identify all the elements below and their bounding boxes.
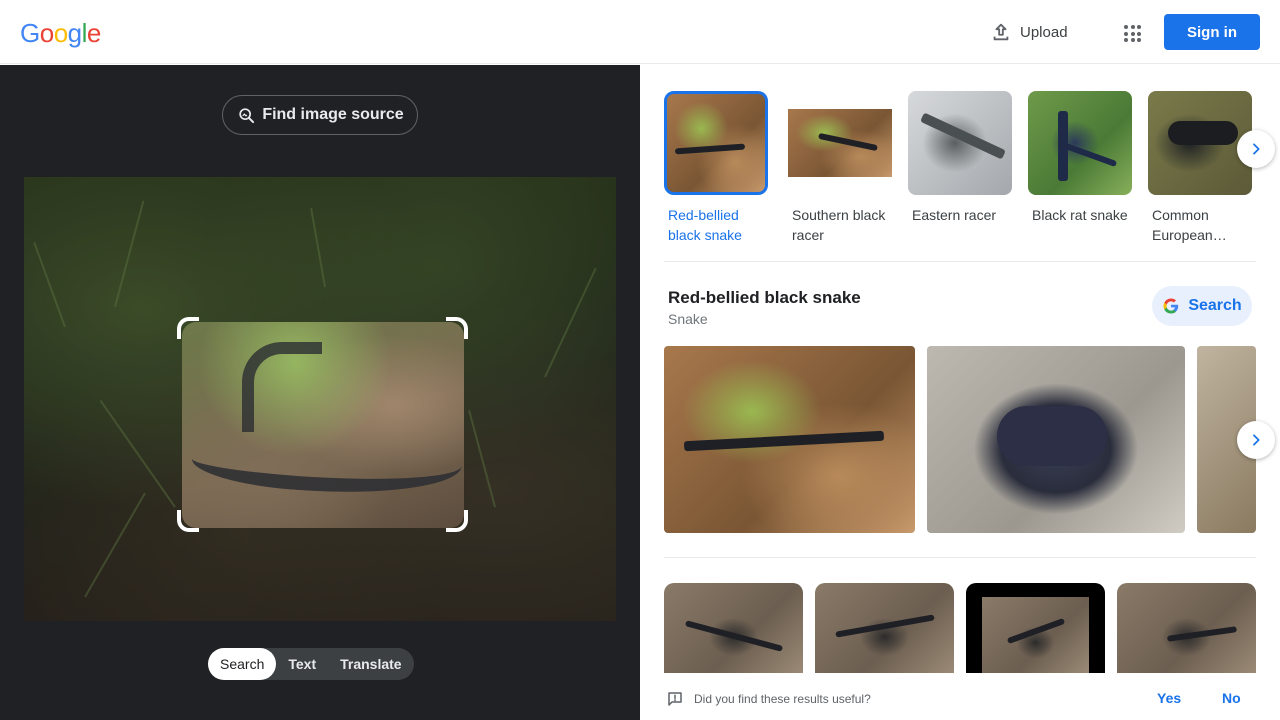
feedback-bar: Did you find these results useful? Yes N…	[640, 680, 1280, 720]
result-image[interactable]	[664, 346, 915, 533]
entity-chip[interactable]: Black rat snake	[1028, 91, 1132, 225]
google-logo[interactable]: Google	[20, 18, 101, 49]
entity-chip-label: Black rat snake	[1032, 207, 1128, 223]
entity-title[interactable]: Red-bellied black snake	[668, 288, 861, 308]
divider	[664, 557, 1256, 558]
mode-text-tab[interactable]: Text	[276, 648, 328, 680]
feedback-no-button[interactable]: No	[1222, 690, 1241, 706]
entity-chip-image	[908, 91, 1012, 195]
feedback-question: Did you find these results useful?	[694, 692, 871, 706]
entity-search-button[interactable]: Search	[1152, 286, 1252, 326]
entity-chip[interactable]: Eastern racer	[908, 91, 1012, 225]
result-image[interactable]	[664, 583, 803, 673]
entity-chip-image	[1148, 91, 1252, 195]
find-image-source-label: Find image source	[262, 106, 404, 123]
google-g-icon	[1163, 298, 1179, 314]
result-image[interactable]	[927, 346, 1185, 533]
entity-chip-image	[788, 91, 892, 195]
selected-crop-region[interactable]	[182, 322, 464, 528]
lens-mode-selector: Search Text Translate	[208, 648, 414, 680]
entity-chip-label: Southern black racer	[792, 207, 886, 243]
upload-button[interactable]: Upload	[990, 18, 1068, 46]
chevron-right-icon	[1253, 143, 1260, 155]
crop-handle-top-right[interactable]	[446, 317, 468, 339]
results-pane: Red-bellied black snake Southern black r…	[640, 65, 1280, 720]
feedback-yes-button[interactable]: Yes	[1157, 690, 1181, 706]
result-image[interactable]	[1117, 583, 1256, 673]
entity-chip-image	[664, 91, 768, 195]
crop-handle-bottom-left[interactable]	[177, 510, 199, 532]
chevron-right-icon	[1253, 434, 1260, 446]
logo-letter-e: e	[86, 18, 101, 48]
mode-search-tab[interactable]: Search	[208, 648, 277, 680]
entity-chip-label: Red-bellied black snake	[668, 207, 742, 243]
upload-label: Upload	[1020, 23, 1068, 41]
result-image[interactable]	[966, 583, 1105, 673]
carousel-next-button[interactable]	[1237, 130, 1275, 168]
lens-image-pane: Find image source Search Text Translate	[0, 65, 640, 720]
entity-search-label: Search	[1188, 297, 1242, 314]
entity-chip[interactable]: Common European…	[1148, 91, 1252, 245]
entity-subtitle: Snake	[668, 311, 708, 327]
result-image[interactable]	[815, 583, 954, 673]
entity-chip-label: Eastern racer	[912, 207, 997, 223]
top-bar: Google Upload Sign in	[0, 0, 1280, 64]
crop-handle-top-left[interactable]	[177, 317, 199, 339]
logo-letter-g2: g	[67, 18, 82, 48]
image-search-icon	[239, 108, 255, 124]
entity-chip-label: Common European…	[1152, 207, 1227, 243]
logo-letter-o2: o	[53, 18, 68, 48]
upload-icon	[993, 23, 1009, 41]
mode-translate-tab[interactable]: Translate	[328, 648, 413, 680]
sign-in-button[interactable]: Sign in	[1164, 14, 1260, 50]
entity-chip[interactable]: Southern black racer	[788, 91, 892, 245]
google-apps-icon[interactable]	[1118, 18, 1146, 46]
entity-chip[interactable]: Red-bellied black snake	[664, 91, 768, 245]
find-image-source-button[interactable]: Find image source	[222, 95, 418, 135]
entity-chip-image	[1028, 91, 1132, 195]
image-carousel-next-button[interactable]	[1237, 421, 1275, 459]
logo-letter-o1: o	[39, 18, 54, 48]
related-entities-carousel: Red-bellied black snake Southern black r…	[664, 91, 1256, 246]
uploaded-photo[interactable]	[24, 177, 616, 621]
feedback-icon	[668, 692, 682, 706]
divider	[664, 261, 1256, 262]
logo-letter-g: G	[20, 18, 40, 48]
